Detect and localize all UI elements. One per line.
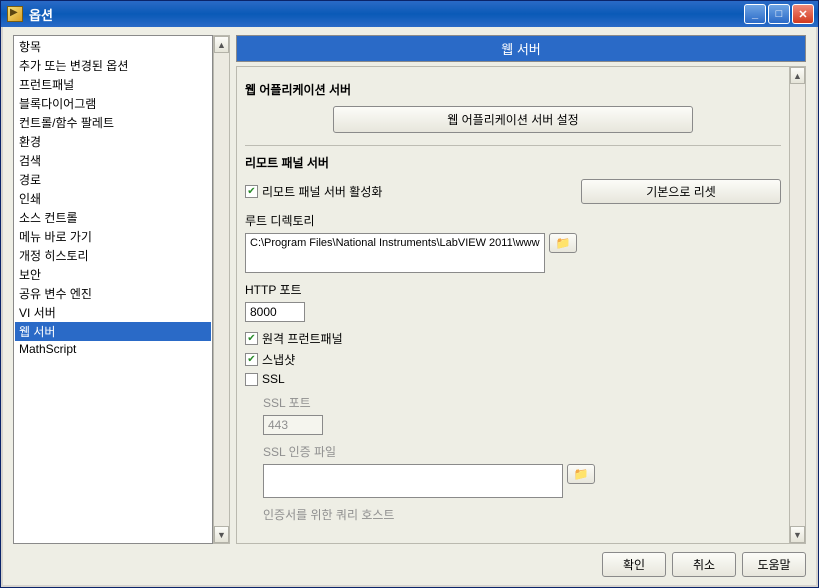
sidebar-item[interactable]: 검색: [15, 151, 211, 170]
content-scrollbar[interactable]: ▲ ▼: [789, 66, 806, 544]
http-port-input[interactable]: 8000: [245, 302, 305, 322]
panel-title: 웹 서버: [236, 35, 806, 62]
folder-icon: 📁: [556, 236, 571, 250]
scroll-down-button[interactable]: ▼: [790, 526, 805, 543]
remote-panel-section-title: 리모트 패널 서버: [245, 154, 781, 171]
divider: [245, 145, 781, 146]
root-dir-input[interactable]: C:\Program Files\National Instruments\La…: [245, 233, 545, 273]
dialog-buttons: 확인 취소 도움말: [13, 544, 806, 577]
sidebar-item[interactable]: 보안: [15, 265, 211, 284]
close-button[interactable]: ✕: [792, 4, 814, 24]
sidebar-item[interactable]: 프런트패널: [15, 75, 211, 94]
category-listbox[interactable]: 항목추가 또는 변경된 옵션프런트패널블록다이어그램컨트롤/함수 팔레트환경검색…: [13, 35, 213, 544]
client-area: 항목추가 또는 변경된 옵션프런트패널블록다이어그램컨트롤/함수 팔레트환경검색…: [1, 27, 818, 587]
maximize-button[interactable]: □: [768, 4, 790, 24]
app-server-section-title: 웹 어플리케이션 서버: [245, 81, 781, 98]
remote-frontpanel-checkbox[interactable]: 원격 프런트패널: [245, 330, 781, 347]
sidebar-item[interactable]: 인쇄: [15, 189, 211, 208]
app-server-config-button[interactable]: 웹 어플리케이션 서버 설정: [333, 106, 693, 133]
remote-enable-checkbox[interactable]: 리모트 패널 서버 활성화: [245, 183, 382, 200]
scroll-up-button[interactable]: ▲: [790, 67, 805, 84]
check-icon: [245, 353, 258, 366]
content-panel: 웹 어플리케이션 서버 웹 어플리케이션 서버 설정 리모트 패널 서버 리모트…: [236, 66, 789, 544]
sidebar-item[interactable]: 환경: [15, 132, 211, 151]
ssl-file-label: SSL 인증 파일: [263, 443, 781, 460]
http-port-label: HTTP 포트: [245, 281, 781, 298]
sidebar-item[interactable]: MathScript: [15, 341, 211, 357]
sidebar-item[interactable]: 개정 히스토리: [15, 246, 211, 265]
check-icon: [245, 373, 258, 386]
remote-enable-label: 리모트 패널 서버 활성화: [262, 183, 382, 200]
ssl-checkbox[interactable]: SSL: [245, 372, 781, 386]
ssl-file-browse-button[interactable]: 📁: [567, 464, 595, 484]
sidebar-item[interactable]: 추가 또는 변경된 옵션: [15, 56, 211, 75]
sidebar-scrollbar[interactable]: ▲ ▼: [213, 35, 230, 544]
ssl-file-input[interactable]: [263, 464, 563, 498]
check-icon: [245, 185, 258, 198]
sidebar-item[interactable]: 메뉴 바로 가기: [15, 227, 211, 246]
root-dir-label: 루트 디렉토리: [245, 212, 781, 229]
sidebar-item[interactable]: 웹 서버: [15, 322, 211, 341]
window-title: 옵션: [29, 5, 744, 24]
scroll-up-button[interactable]: ▲: [214, 36, 229, 53]
check-icon: [245, 332, 258, 345]
ssl-label: SSL: [262, 372, 285, 386]
sidebar-item[interactable]: 소스 컨트롤: [15, 208, 211, 227]
root-dir-browse-button[interactable]: 📁: [549, 233, 577, 253]
minimize-button[interactable]: _: [744, 4, 766, 24]
sidebar-item[interactable]: VI 서버: [15, 303, 211, 322]
titlebar: 옵션 _ □ ✕: [1, 1, 818, 27]
window-buttons: _ □ ✕: [744, 4, 814, 24]
sidebar-item[interactable]: 블록다이어그램: [15, 94, 211, 113]
sidebar-item[interactable]: 공유 변수 엔진: [15, 284, 211, 303]
folder-icon: 📁: [574, 467, 589, 481]
options-window: 옵션 _ □ ✕ 항목추가 또는 변경된 옵션프런트패널블록다이어그램컨트롤/함…: [0, 0, 819, 588]
sidebar-item[interactable]: 경로: [15, 170, 211, 189]
ssl-port-input: 443: [263, 415, 323, 435]
cancel-button[interactable]: 취소: [672, 552, 736, 577]
snapshot-checkbox[interactable]: 스냅샷: [245, 351, 781, 368]
ok-button[interactable]: 확인: [602, 552, 666, 577]
snapshot-label: 스냅샷: [262, 351, 295, 368]
sidebar-item[interactable]: 컨트롤/함수 팔레트: [15, 113, 211, 132]
app-icon: [7, 6, 23, 22]
sidebar-item[interactable]: 항목: [15, 37, 211, 56]
ssl-port-label: SSL 포트: [263, 394, 781, 411]
cert-query-host-label: 인증서를 위한 쿼리 호스트: [263, 506, 781, 523]
remote-frontpanel-label: 원격 프런트패널: [262, 330, 343, 347]
help-button[interactable]: 도움말: [742, 552, 806, 577]
reset-default-button[interactable]: 기본으로 리셋: [581, 179, 781, 204]
scroll-down-button[interactable]: ▼: [214, 526, 229, 543]
